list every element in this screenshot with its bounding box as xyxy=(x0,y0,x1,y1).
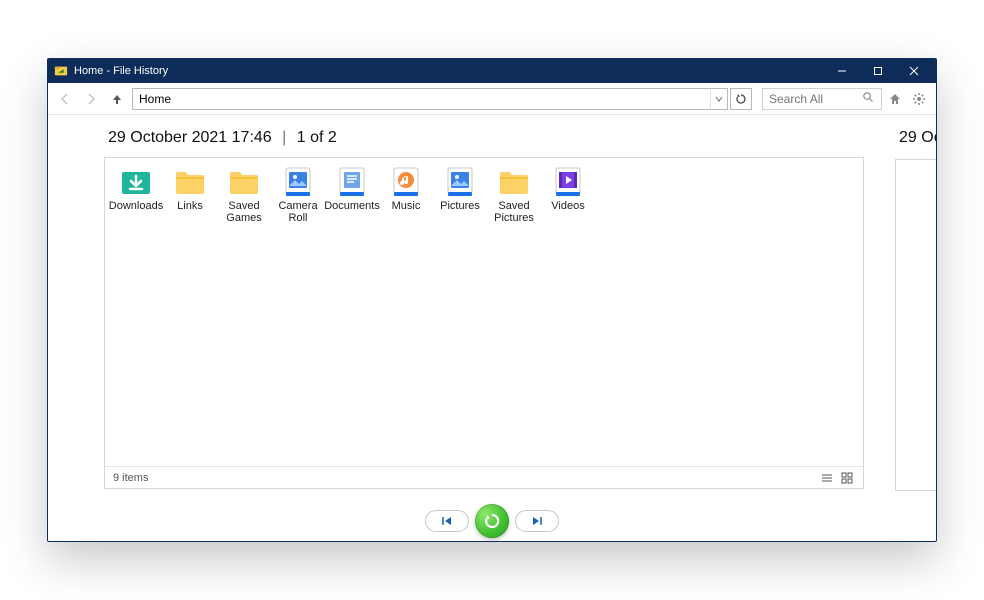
app-icon xyxy=(54,64,68,78)
library-documents-icon xyxy=(336,166,368,198)
next-snapshot-viewport xyxy=(895,159,936,491)
refresh-button[interactable] xyxy=(730,88,752,110)
item-label: Saved Pictures xyxy=(489,200,539,224)
home-icon-button[interactable] xyxy=(884,88,906,110)
window-title: Home - File History xyxy=(74,65,168,77)
heading-separator: | xyxy=(276,129,292,146)
folder-item[interactable]: Downloads xyxy=(111,166,161,224)
items-grid[interactable]: Downloads Links Saved GamesCamera RollDocu… xyxy=(105,158,863,466)
page-heading: 29 October 2021 17:46 | 1 of 2 xyxy=(108,129,936,147)
folder-icon xyxy=(174,166,206,198)
item-label: Saved Games xyxy=(219,200,269,224)
folder-item[interactable]: Camera Roll xyxy=(273,166,323,224)
content-area: 29 October 2021 17:46 | 1 of 2 Downloads… xyxy=(48,115,936,501)
item-label: Music xyxy=(392,200,421,212)
folder-item[interactable]: Links xyxy=(165,166,215,224)
next-snapshot-peek: 29 Oc xyxy=(895,129,936,491)
up-button[interactable] xyxy=(106,88,128,110)
minimize-button[interactable] xyxy=(824,59,860,83)
item-label: Pictures xyxy=(440,200,480,212)
item-label: Downloads xyxy=(109,200,163,212)
next-snapshot-timestamp: 29 Oc xyxy=(895,129,936,147)
folder-icon xyxy=(498,166,530,198)
item-label: Camera Roll xyxy=(273,200,323,224)
next-version-button[interactable] xyxy=(515,510,559,532)
library-videos-icon xyxy=(552,166,584,198)
address-bar xyxy=(132,88,752,110)
folder-item[interactable]: Pictures xyxy=(435,166,485,224)
folder-downloads-icon xyxy=(120,166,152,198)
toolbar xyxy=(48,83,936,115)
folder-icon xyxy=(228,166,260,198)
search-box xyxy=(762,88,874,110)
navigation-controls xyxy=(48,501,936,541)
view-details-button[interactable] xyxy=(819,470,835,486)
forward-button[interactable] xyxy=(80,88,102,110)
close-button[interactable] xyxy=(896,59,932,83)
folder-item[interactable]: Saved Pictures xyxy=(489,166,539,224)
snapshot-timestamp: 29 October 2021 17:46 xyxy=(108,129,272,146)
folder-item[interactable]: Music xyxy=(381,166,431,224)
restore-button[interactable] xyxy=(475,504,509,538)
item-count: 9 items xyxy=(113,472,148,484)
library-pictures-icon xyxy=(282,166,314,198)
item-label: Links xyxy=(177,200,203,212)
address-input[interactable] xyxy=(132,88,710,110)
library-pictures-icon xyxy=(444,166,476,198)
snapshot-viewport: Downloads Links Saved GamesCamera RollDocu… xyxy=(104,157,864,489)
item-label: Videos xyxy=(551,200,584,212)
view-toggle xyxy=(819,470,855,486)
search-input[interactable] xyxy=(762,88,882,110)
folder-item[interactable]: Documents xyxy=(327,166,377,224)
library-music-icon xyxy=(390,166,422,198)
previous-version-button[interactable] xyxy=(425,510,469,532)
settings-icon-button[interactable] xyxy=(908,88,930,110)
address-dropdown[interactable] xyxy=(710,88,728,110)
folder-item[interactable]: Saved Games xyxy=(219,166,269,224)
back-button[interactable] xyxy=(54,88,76,110)
item-label: Documents xyxy=(324,200,380,212)
toolbar-extra xyxy=(884,88,930,110)
view-icons-button[interactable] xyxy=(839,470,855,486)
file-history-window: Home - File History xyxy=(47,58,937,542)
titlebar: Home - File History xyxy=(48,59,936,83)
folder-item[interactable]: Videos xyxy=(543,166,593,224)
maximize-button[interactable] xyxy=(860,59,896,83)
snapshot-position: 1 of 2 xyxy=(297,129,337,146)
status-bar: 9 items xyxy=(105,466,863,488)
